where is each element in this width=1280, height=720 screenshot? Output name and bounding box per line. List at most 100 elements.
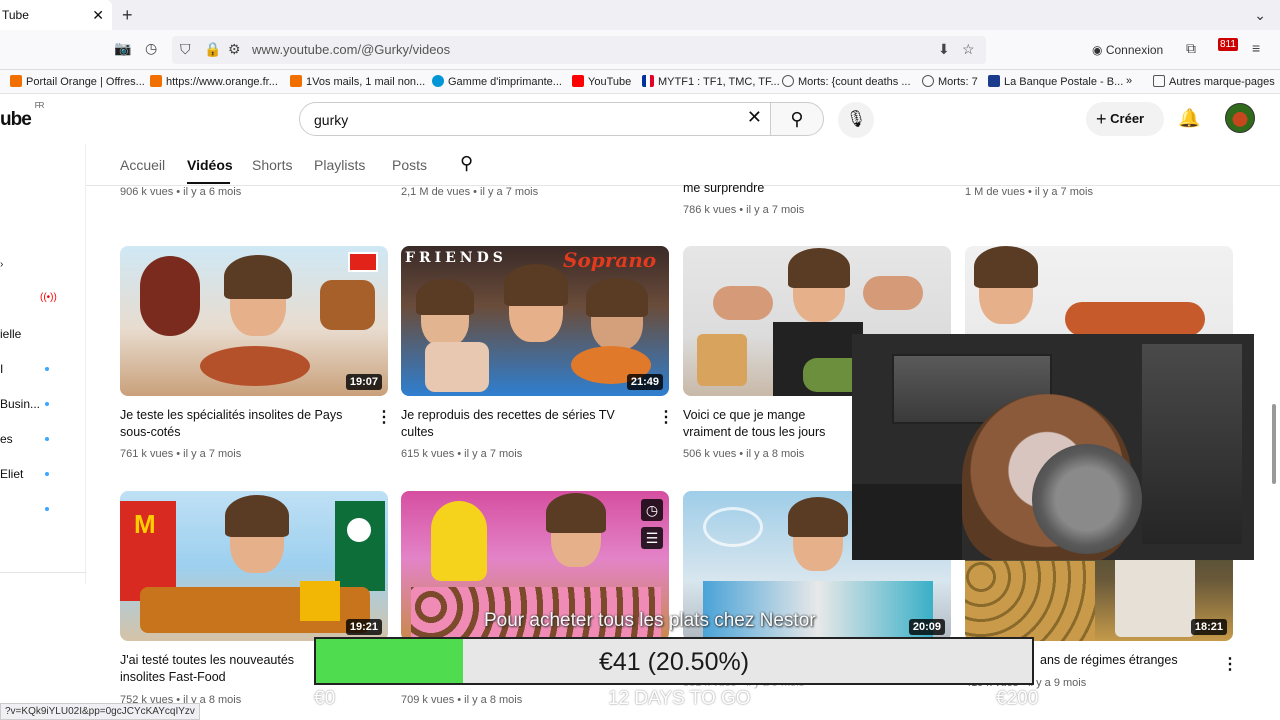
permissions-icon[interactable]: ⚙ [228, 41, 241, 58]
video-title[interactable]: J'ai testé toutes les nouveautés insolit… [120, 652, 320, 686]
block-image [300, 581, 340, 621]
friends-logo: FRIENDS [405, 250, 507, 266]
more-options-icon[interactable]: ⋮ [658, 407, 674, 427]
bookmark-item[interactable]: YouTube [572, 75, 631, 88]
new-content-dot [45, 472, 49, 476]
extensions-icon[interactable]: ⧉ [1186, 40, 1196, 57]
person-image [224, 494, 290, 573]
sidebar-item[interactable]: I [0, 362, 3, 376]
tab-accueil[interactable]: Accueil [120, 157, 165, 173]
shield-icon[interactable]: ⛉ [180, 41, 191, 58]
bookmark-item[interactable]: Gamme d'imprimante... [432, 75, 562, 88]
bookmark-item[interactable]: https://www.orange.fr... [150, 75, 278, 88]
food-image [1065, 302, 1205, 336]
plus-icon: + [1096, 109, 1107, 129]
sidebar-item[interactable]: Busin... [0, 397, 40, 411]
arm-image [863, 276, 923, 310]
status-url: ?v=KQk9iYLU02I&pp=0gcJCYcKAYcqIYzv [0, 703, 200, 720]
add-to-queue-icon[interactable]: ☰ [641, 527, 663, 549]
extension-badge[interactable]: 811 [1218, 38, 1238, 51]
screenshot-icon[interactable]: 📷 [114, 40, 131, 57]
video-title[interactable]: Je reproduis des recettes de séries TV c… [401, 407, 641, 441]
search-icon: ⚲ [790, 109, 804, 129]
video-thumbnail[interactable]: 19:07 [120, 246, 388, 396]
person-image [546, 493, 606, 567]
watch-later-icon[interactable]: ◷ [641, 499, 663, 521]
create-button[interactable]: + Créer [1086, 102, 1164, 136]
video-meta: 906 k vues • il y a 6 mois [120, 186, 242, 198]
sidebar-item[interactable]: ielle [0, 327, 21, 341]
create-label: Créer [1110, 111, 1145, 126]
connexion-button[interactable]: ◉ Connexion [1092, 38, 1163, 62]
browser-nav-bar: 📷 ◷ ⛉ 🔒 ⚙ www.youtube.com/@Gurky/videos … [0, 30, 1280, 70]
bookmarks-bar: Portail Orange | Offres... https://www.o… [0, 70, 1280, 94]
tab-playlists[interactable]: Playlists [314, 157, 365, 173]
person-image [585, 278, 649, 350]
search-button[interactable]: ⚲ [770, 102, 824, 136]
tab-videos[interactable]: Vidéos [187, 157, 233, 173]
flag-icon [348, 252, 378, 272]
bookmark-item[interactable]: La Banque Postale - B... [988, 75, 1123, 88]
bookmark-item[interactable]: 1Vos mails, 1 mail non... [290, 75, 425, 88]
youtube-header: ubeFR gurky ✕ ⚲ 🎙 + Créer 🔔 [0, 94, 1280, 144]
url-text[interactable]: www.youtube.com/@Gurky/videos [252, 42, 450, 57]
video-title[interactable]: Je teste les spécialités insolites de Pa… [120, 407, 360, 441]
live-icon: ((•)) [40, 292, 57, 303]
tab-posts[interactable]: Posts [392, 157, 427, 173]
desk-image [852, 484, 962, 560]
tab-shorts[interactable]: Shorts [252, 157, 292, 173]
video-thumbnail[interactable]: FRIENDS Soprano 21:49 [401, 246, 669, 396]
food-image [320, 280, 375, 330]
video-title[interactable]: ans de régimes étranges [1040, 652, 1210, 669]
homer-image [431, 501, 487, 581]
voice-search-button[interactable]: 🎙 [838, 102, 874, 138]
address-bar[interactable]: ⛉ 🔒 ⚙ www.youtube.com/@Gurky/videos ⬇ ☆ [172, 36, 986, 64]
microphone-icon: 🎙 [845, 111, 867, 128]
food-image [200, 346, 310, 386]
sidebar-item[interactable]: es [0, 432, 13, 446]
person-image [787, 248, 851, 322]
bookmark-folder[interactable]: Autres marque-pages [1153, 75, 1275, 88]
video-meta: 1 M de vues • il y a 7 mois [965, 186, 1093, 198]
bookmarks-overflow-icon[interactable]: » [1126, 75, 1132, 87]
new-tab-icon[interactable]: + [122, 0, 133, 30]
cake-image [425, 342, 489, 392]
download-page-icon[interactable]: ⬇ [938, 41, 950, 58]
sidebar-chevron-icon[interactable]: › [0, 259, 3, 270]
browser-tab[interactable]: Tube ✕ [0, 0, 112, 30]
video-thumbnail[interactable]: M 19:21 [120, 491, 388, 641]
history-icon[interactable]: ◷ [145, 40, 157, 57]
starbucks-sign [335, 501, 385, 591]
page-scrollbar[interactable] [1272, 404, 1276, 484]
lock-icon[interactable]: 🔒 [204, 41, 221, 58]
new-content-dot [45, 437, 49, 441]
avatar[interactable] [1225, 103, 1255, 133]
active-tab-indicator [187, 182, 230, 184]
water-splash-image [703, 507, 763, 547]
sidebar: › ((•)) ielle I Busin... es Eliet [0, 144, 86, 584]
connexion-label: Connexion [1105, 43, 1164, 57]
search-input[interactable]: gurky ✕ [299, 102, 771, 136]
sidebar-item[interactable]: Eliet [0, 467, 23, 481]
more-options-icon[interactable]: ⋮ [1222, 654, 1238, 674]
bookmark-item[interactable]: Portail Orange | Offres... [10, 75, 145, 88]
star-bookmark-icon[interactable]: ☆ [962, 41, 975, 58]
video-duration: 19:07 [345, 374, 382, 390]
more-options-icon[interactable]: ⋮ [376, 407, 392, 427]
bookmark-item[interactable]: Morts: {count deaths ... [782, 75, 911, 88]
video-title[interactable]: Voici ce que je mange vraiment de tous l… [683, 407, 853, 441]
bookmark-item[interactable]: MYTF1 : TF1, TMC, TF... [642, 75, 780, 88]
bell-icon[interactable]: 🔔 [1178, 108, 1200, 129]
chevron-down-icon[interactable]: ⌄ [1254, 0, 1266, 30]
search-value[interactable]: gurky [314, 112, 348, 128]
youtube-logo[interactable]: ubeFR [0, 101, 44, 131]
person-image [224, 255, 292, 336]
bookmark-item[interactable]: Morts: 7 [922, 75, 978, 88]
donation-message: Pour acheter tous les plats chez Nestor [484, 610, 816, 631]
search-icon[interactable]: ⚲ [460, 153, 473, 174]
close-tab-icon[interactable]: ✕ [92, 0, 104, 30]
webcam-overlay [852, 334, 1254, 560]
menu-icon[interactable]: ≡ [1252, 40, 1260, 56]
video-title[interactable]: me surprendre [683, 180, 923, 197]
clear-search-icon[interactable]: ✕ [747, 107, 762, 128]
